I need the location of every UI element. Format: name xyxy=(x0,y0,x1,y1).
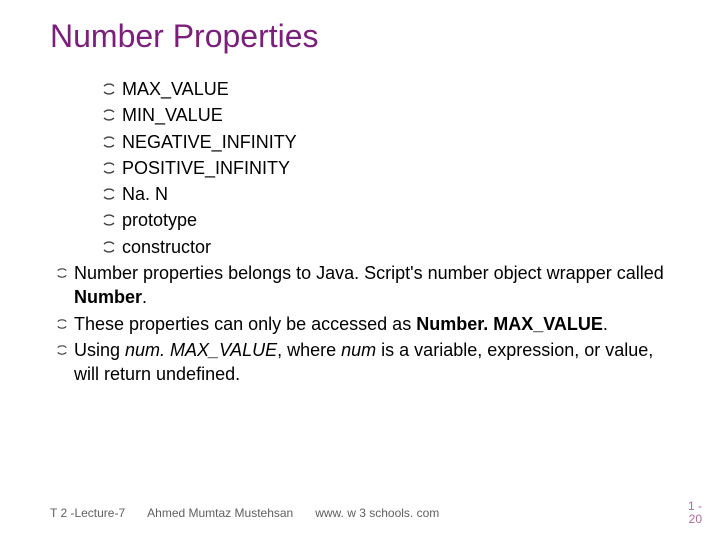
paragraph: Number properties belongs to Java. Scrip… xyxy=(56,261,680,310)
text-italic: num. MAX_VALUE xyxy=(125,340,277,360)
text: , where xyxy=(277,340,341,360)
text-italic: num xyxy=(341,340,381,360)
paragraph: These properties can only be accessed as… xyxy=(56,312,680,336)
bullet-icon xyxy=(56,267,68,279)
paragraph-text: Number properties belongs to Java. Scrip… xyxy=(74,261,680,310)
list-item-label: Na. N xyxy=(122,182,680,206)
text-bold: Number. MAX_VALUE xyxy=(416,314,603,334)
bullet-icon xyxy=(102,213,116,227)
list-item-label: POSITIVE_INFINITY xyxy=(122,156,680,180)
footer-right: www. w 3 schools. com xyxy=(315,506,439,520)
list-item-label: constructor xyxy=(122,235,680,259)
text: Using xyxy=(74,340,125,360)
bullet-icon xyxy=(102,135,116,149)
list-item-label: prototype xyxy=(122,208,680,232)
footer-mid: Ahmed Mumtaz Mustehsan xyxy=(147,506,293,520)
bullet-icon xyxy=(102,161,116,175)
page-number-top: 1 - xyxy=(688,500,702,513)
footer-left: T 2 -Lecture-7 xyxy=(50,506,125,520)
list-item: prototype xyxy=(102,208,680,232)
paragraph-text: Using num. MAX_VALUE, where num is a var… xyxy=(74,338,680,387)
page-number: 1 - 20 xyxy=(688,500,702,526)
paragraph-text: These properties can only be accessed as… xyxy=(74,312,680,336)
bullet-icon xyxy=(102,187,116,201)
list-item: constructor xyxy=(102,235,680,259)
text: These properties can only be accessed as xyxy=(74,314,416,334)
page-number-bot: 20 xyxy=(688,513,702,526)
text: Number properties belongs to Java. Scrip… xyxy=(74,263,664,283)
bullet-icon xyxy=(56,318,68,330)
list-item: MIN_VALUE xyxy=(102,103,680,127)
text: . xyxy=(142,287,147,307)
list-item-label: MAX_VALUE xyxy=(122,77,680,101)
slide: Number Properties MAX_VALUE MIN_VALUE NE… xyxy=(0,0,720,540)
bullet-icon xyxy=(56,344,68,356)
bullet-icon xyxy=(102,82,116,96)
bullet-icon xyxy=(102,108,116,122)
list-item-label: MIN_VALUE xyxy=(122,103,680,127)
page-title: Number Properties xyxy=(50,18,680,55)
list-item: NEGATIVE_INFINITY xyxy=(102,130,680,154)
list-item-label: NEGATIVE_INFINITY xyxy=(122,130,680,154)
footer: T 2 -Lecture-7 Ahmed Mumtaz Mustehsan ww… xyxy=(50,506,439,520)
text: . xyxy=(603,314,608,334)
text-bold: Number xyxy=(74,287,142,307)
list-item: Na. N xyxy=(102,182,680,206)
bullet-icon xyxy=(102,240,116,254)
content: MAX_VALUE MIN_VALUE NEGATIVE_INFINITY PO… xyxy=(50,77,680,387)
paragraph: Using num. MAX_VALUE, where num is a var… xyxy=(56,338,680,387)
list-item: POSITIVE_INFINITY xyxy=(102,156,680,180)
list-item: MAX_VALUE xyxy=(102,77,680,101)
